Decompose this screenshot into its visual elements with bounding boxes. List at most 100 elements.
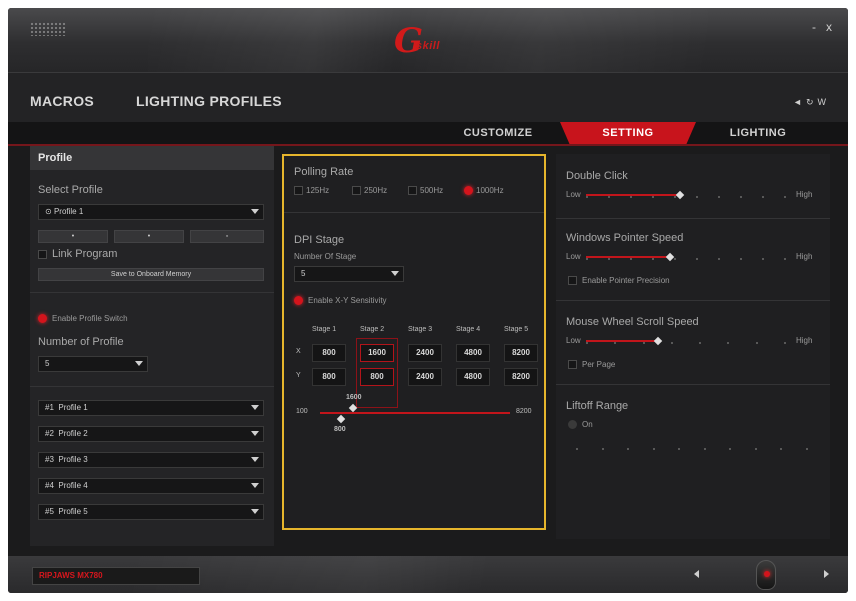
- liftoff-on-radio[interactable]: [568, 420, 577, 429]
- pointer-speed-slider[interactable]: [586, 252, 786, 262]
- dpi-stage-title: DPI Stage: [294, 234, 345, 246]
- double-click-title: Double Click: [566, 170, 628, 182]
- chevron-down-icon: [391, 271, 399, 276]
- logo-text: skill: [416, 40, 440, 52]
- prev-device-icon[interactable]: [694, 570, 699, 578]
- slider-thumb[interactable]: [665, 252, 675, 262]
- polling-1000-radio[interactable]: [464, 186, 473, 195]
- minimize-button[interactable]: -: [812, 20, 816, 34]
- slider-tick: [602, 448, 604, 450]
- profile-action-1-button[interactable]: •: [38, 230, 108, 243]
- mouse-device-icon: [756, 560, 776, 590]
- tab-setting[interactable]: SETTING: [560, 122, 696, 144]
- slider-tick: [740, 258, 742, 260]
- chevron-down-icon: [251, 405, 259, 410]
- stage-4-y-input[interactable]: 4800: [456, 368, 490, 386]
- y-axis-label: Y: [296, 372, 301, 379]
- liftoff-on-label: On: [582, 420, 593, 429]
- next-device-icon[interactable]: [824, 570, 829, 578]
- slider-tick: [780, 448, 782, 450]
- number-of-profile-select[interactable]: 5: [38, 356, 148, 372]
- stage-5-y-input[interactable]: 8200: [504, 368, 538, 386]
- stage-2-y-input[interactable]: 800: [360, 368, 394, 386]
- slider-tick: [586, 342, 588, 344]
- profile-slot-5[interactable]: #5 Profile 5: [38, 504, 264, 520]
- liftoff-title: Liftoff Range: [566, 400, 629, 412]
- stage-4-header: Stage 4: [456, 326, 481, 333]
- divider: [282, 212, 546, 213]
- slider-tick: [696, 258, 698, 260]
- divider: [556, 384, 830, 385]
- slider-tick: [784, 342, 786, 344]
- profile-slot-1[interactable]: #1 Profile 1: [38, 400, 264, 416]
- stage-5-x-input[interactable]: 8200: [504, 344, 538, 362]
- profile-select-value: Profile 1: [53, 207, 84, 216]
- liftoff-range-slider[interactable]: [576, 446, 808, 452]
- profile-slot-name: Profile 1: [58, 403, 88, 412]
- title-bar[interactable]: G skill - x: [8, 8, 848, 72]
- number-of-stage-select[interactable]: 5: [294, 266, 404, 282]
- polling-125-radio[interactable]: [294, 186, 303, 195]
- grip-icon: [30, 22, 66, 36]
- close-button[interactable]: x: [826, 20, 832, 34]
- nav-lighting-profiles[interactable]: LIGHTING PROFILES: [136, 93, 282, 109]
- wheel-low: Low: [566, 336, 581, 345]
- slider-fill: [586, 340, 658, 342]
- tab-lighting[interactable]: LIGHTING: [708, 122, 808, 144]
- polling-500-radio[interactable]: [408, 186, 417, 195]
- per-page-label: Per Page: [582, 360, 616, 369]
- double-click-slider[interactable]: [586, 190, 786, 200]
- number-of-stage-value: 5: [301, 269, 306, 278]
- dpi-y-slider-thumb[interactable]: [336, 414, 346, 424]
- polling-125-label: 125Hz: [306, 186, 330, 195]
- chevron-down-icon: [251, 457, 259, 462]
- link-program-checkbox[interactable]: [38, 250, 47, 259]
- enable-xy-radio[interactable]: [294, 296, 303, 305]
- stage-2-header: Stage 2: [360, 326, 385, 333]
- stage-2-x-input[interactable]: 1600: [360, 344, 394, 362]
- stage-3-header: Stage 3: [408, 326, 433, 333]
- w-icon[interactable]: W: [818, 97, 831, 107]
- stage-1-y-input[interactable]: 800: [312, 368, 346, 386]
- x-axis-label: X: [296, 348, 301, 355]
- polling-500-label: 500Hz: [420, 186, 444, 195]
- app-window: G skill - x MACROS LIGHTING PROFILES ◄↻W…: [8, 8, 848, 593]
- mouse-settings-panel: Double Click Low High Windows Pointer Sp…: [556, 154, 830, 539]
- profile-select[interactable]: ⊙ Profile 1: [38, 204, 264, 220]
- profile-slot-3[interactable]: #3 Profile 3: [38, 452, 264, 468]
- slider-tick: [699, 342, 701, 344]
- stage-4-x-input[interactable]: 4800: [456, 344, 490, 362]
- save-onboard-button[interactable]: Save to Onboard Memory: [38, 268, 264, 281]
- stage-3-y-input[interactable]: 2400: [408, 368, 442, 386]
- wheel-speed-slider[interactable]: [586, 336, 786, 346]
- slider-thumb[interactable]: [675, 190, 685, 200]
- link-program-label: Link Program: [52, 248, 118, 260]
- slider-fill: [586, 194, 680, 196]
- stage-1-x-input[interactable]: 800: [312, 344, 346, 362]
- slider-tick: [674, 258, 676, 260]
- enable-switch-radio[interactable]: [38, 314, 47, 323]
- prev-icon[interactable]: ◄: [793, 97, 806, 107]
- select-profile-label: Select Profile: [38, 184, 103, 196]
- number-of-profile-label: Number of Profile: [38, 336, 124, 348]
- polling-250-radio[interactable]: [352, 186, 361, 195]
- tab-customize[interactable]: CUSTOMIZE: [448, 122, 548, 144]
- slider-tick: [727, 342, 729, 344]
- profile-slot-4[interactable]: #4 Profile 4: [38, 478, 264, 494]
- nav-macros[interactable]: MACROS: [30, 93, 94, 109]
- profile-action-3-button[interactable]: ▫: [190, 230, 264, 243]
- stage-5-header: Stage 5: [504, 326, 529, 333]
- profile-slot-2[interactable]: #2 Profile 2: [38, 426, 264, 442]
- stage-3-x-input[interactable]: 2400: [408, 344, 442, 362]
- per-page-checkbox[interactable]: [568, 360, 577, 369]
- slider-tick: [756, 342, 758, 344]
- windows-pointer-title: Windows Pointer Speed: [566, 232, 684, 244]
- enhance-precision-checkbox[interactable]: [568, 276, 577, 285]
- refresh-icon[interactable]: ↻: [806, 97, 818, 107]
- device-name[interactable]: RIPJAWS MX780: [32, 567, 200, 585]
- dpi-slider-track[interactable]: [320, 412, 510, 414]
- divider: [30, 292, 274, 293]
- double-click-high: High: [796, 190, 813, 199]
- profile-action-2-button[interactable]: •: [114, 230, 184, 243]
- slider-thumb[interactable]: [653, 336, 663, 346]
